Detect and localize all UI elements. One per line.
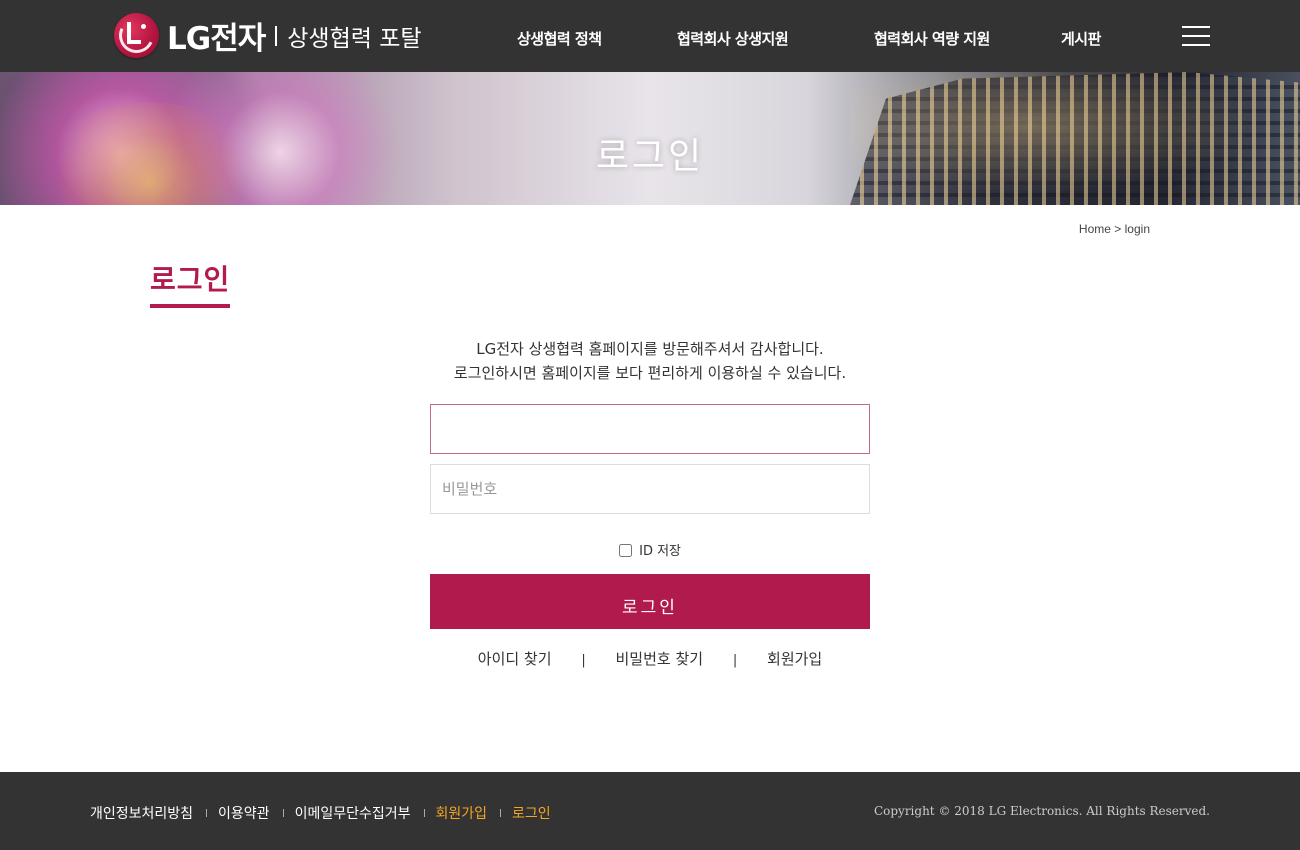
- banner-title: 로그인: [595, 136, 705, 177]
- footer-join-link[interactable]: 회원가입: [436, 803, 488, 823]
- footer-divider: [423, 809, 425, 817]
- id-input[interactable]: [430, 404, 870, 454]
- breadcrumb-home[interactable]: Home: [1079, 222, 1111, 236]
- site-footer: 개인정보처리방침 이용약관 이메일무단수집거부 회원가입 로그인 Copyrig…: [0, 772, 1300, 850]
- page-banner: 로그인: [0, 72, 1300, 205]
- site-logo[interactable]: LG전자 상생협력 포탈: [114, 13, 422, 58]
- welcome-message: LG전자 상생협력 홈페이지를 방문해주셔서 감사합니다. 로그인하시면 홈페이…: [0, 337, 1300, 385]
- footer-terms-link[interactable]: 이용약관: [218, 803, 270, 823]
- welcome-line-2: 로그인하시면 홈페이지를 보다 편리하게 이용하실 수 있습니다.: [453, 364, 847, 382]
- breadcrumb-current: login: [1124, 222, 1150, 236]
- site-header: LG전자 상생협력 포탈 상생협력 정책 협력회사 상생지원 협력회사 역량 지…: [0, 0, 1300, 72]
- welcome-line-1: LG전자 상생협력 홈페이지를 방문해주셔서 감사합니다.: [476, 340, 824, 358]
- hamburger-icon[interactable]: [1182, 26, 1210, 46]
- footer-divider: [282, 809, 284, 817]
- nav-partner-capability[interactable]: 협력회사 역량 지원: [874, 28, 990, 49]
- link-separator: |: [732, 653, 738, 668]
- link-separator: |: [581, 653, 586, 668]
- logo-subtitle: 상생협력 포탈: [287, 25, 422, 52]
- breadcrumb-separator: >: [1114, 222, 1122, 236]
- breadcrumb: Home > login: [1079, 222, 1150, 236]
- footer-links: 개인정보처리방침 이용약관 이메일무단수집거부 회원가입 로그인: [90, 803, 551, 823]
- page-title: 로그인: [150, 258, 231, 308]
- nav-board[interactable]: 게시판: [1061, 28, 1101, 49]
- save-id-row: ID 저장: [0, 540, 1300, 559]
- lg-logo-icon: [114, 13, 159, 58]
- footer-email-refusal-link[interactable]: 이메일무단수집거부: [295, 803, 411, 823]
- save-id-checkbox[interactable]: [618, 544, 632, 557]
- password-input[interactable]: [430, 464, 870, 514]
- footer-privacy-link[interactable]: 개인정보처리방침: [90, 803, 193, 823]
- logo-brand-text: LG전자: [167, 21, 266, 57]
- join-link[interactable]: 회원가입: [767, 650, 822, 668]
- footer-divider: [206, 809, 208, 817]
- find-password-link[interactable]: 비밀번호 찾기: [616, 650, 704, 668]
- save-id-label[interactable]: ID 저장: [639, 544, 681, 559]
- nav-partner-support[interactable]: 협력회사 상생지원: [677, 28, 789, 49]
- copyright-text: Copyright © 2018 LG Electronics. All Rig…: [873, 804, 1210, 818]
- nav-policy[interactable]: 상생협력 정책: [517, 28, 602, 49]
- login-button[interactable]: 로그인: [430, 574, 870, 629]
- footer-login-link[interactable]: 로그인: [512, 803, 551, 823]
- find-id-link[interactable]: 아이디 찾기: [478, 650, 552, 668]
- logo-divider: [275, 25, 278, 46]
- account-links: 아이디 찾기 | 비밀번호 찾기 | 회원가입: [0, 648, 1300, 669]
- footer-divider: [500, 809, 502, 817]
